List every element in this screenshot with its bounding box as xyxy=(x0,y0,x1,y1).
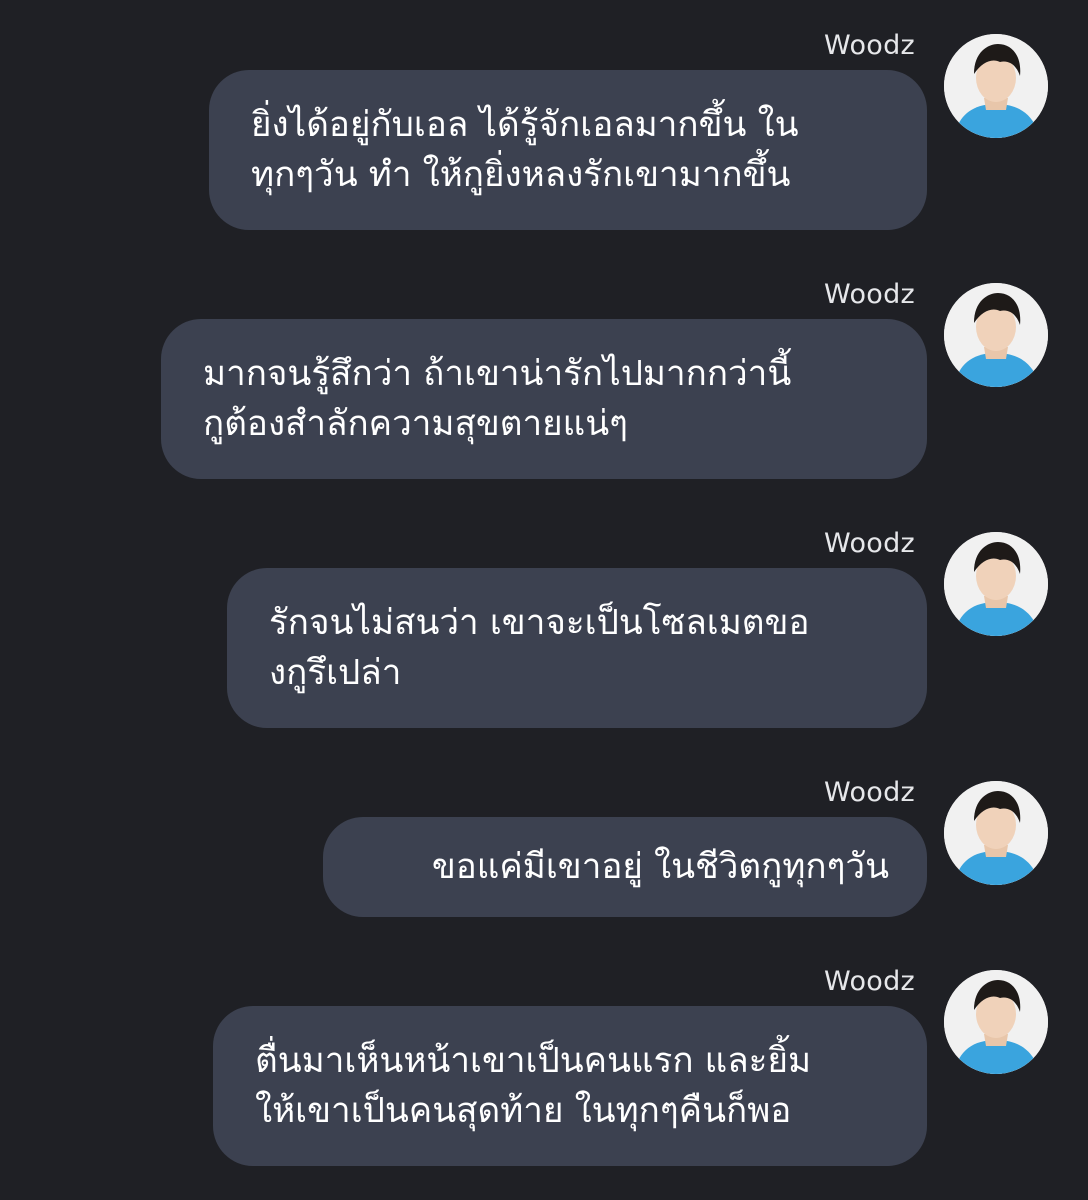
avatar-image xyxy=(944,781,1048,885)
message-text: ขอแค่มีเขาอยู่ ในชีวิตกูทุกๆวัน xyxy=(431,847,889,887)
message-group: Woodz ขอแค่มีเขาอยู่ ในชีวิตกูทุกๆวัน xyxy=(0,777,1088,929)
chat-thread: Woodz ยิ่งได้อยู่กับเอล ได้รู้จักเอลมากข… xyxy=(0,0,1088,1200)
avatar-image xyxy=(944,970,1048,1074)
sender-name: Woodz xyxy=(824,966,915,997)
message-group: Woodz มากจนรู้สึกว่า ถ้าเขาน่ารักไปมากกว… xyxy=(0,279,1088,491)
avatar-image xyxy=(944,34,1048,138)
message-bubble[interactable]: มากจนรู้สึกว่า ถ้าเขาน่ารักไปมากกว่านี้ … xyxy=(161,319,927,479)
avatar-image xyxy=(944,532,1048,636)
message-text: กูต้องสำลักความสุขตายแน่ๆ xyxy=(203,404,628,444)
message-text: ทุกๆวัน ทำ ให้กูยิ่งหลงรักเขามากขึ้น xyxy=(251,155,791,195)
sender-name: Woodz xyxy=(824,30,915,61)
message-text: มากจนรู้สึกว่า ถ้าเขาน่ารักไปมากกว่านี้ xyxy=(203,354,792,394)
message-text: งกูรึเปล่า xyxy=(269,653,402,693)
message-bubble[interactable]: ขอแค่มีเขาอยู่ ในชีวิตกูทุกๆวัน xyxy=(323,817,927,917)
message-text: รักจนไม่สนว่า เขาจะเป็นโซลเมตขอ xyxy=(269,603,810,643)
message-group: Woodz ตื่นมาเห็นหน้าเขาเป็นคนแรก และยิ้ม… xyxy=(0,966,1088,1178)
message-bubble[interactable]: ตื่นมาเห็นหน้าเขาเป็นคนแรก และยิ้ม ให้เข… xyxy=(213,1006,927,1166)
message-bubble[interactable]: รักจนไม่สนว่า เขาจะเป็นโซลเมตขอ งกูรึเปล… xyxy=(227,568,927,728)
avatar[interactable] xyxy=(944,970,1048,1074)
avatar[interactable] xyxy=(944,283,1048,387)
message-text: ให้เขาเป็นคนสุดท้าย ในทุกๆคืนก็พอ xyxy=(255,1091,792,1131)
message-text: ตื่นมาเห็นหน้าเขาเป็นคนแรก และยิ้ม xyxy=(255,1041,812,1081)
avatar-image xyxy=(944,283,1048,387)
avatar[interactable] xyxy=(944,781,1048,885)
sender-name: Woodz xyxy=(824,279,915,310)
sender-name: Woodz xyxy=(824,528,915,559)
sender-name: Woodz xyxy=(824,777,915,808)
message-text: ยิ่งได้อยู่กับเอล ได้รู้จักเอลมากขึ้น ใน xyxy=(251,105,799,145)
message-bubble[interactable]: ยิ่งได้อยู่กับเอล ได้รู้จักเอลมากขึ้น ใน… xyxy=(209,70,927,230)
message-group: Woodz ยิ่งได้อยู่กับเอล ได้รู้จักเอลมากข… xyxy=(0,30,1088,242)
avatar[interactable] xyxy=(944,532,1048,636)
message-group: Woodz รักจนไม่สนว่า เขาจะเป็นโซลเมตขอ งก… xyxy=(0,528,1088,740)
avatar[interactable] xyxy=(944,34,1048,138)
